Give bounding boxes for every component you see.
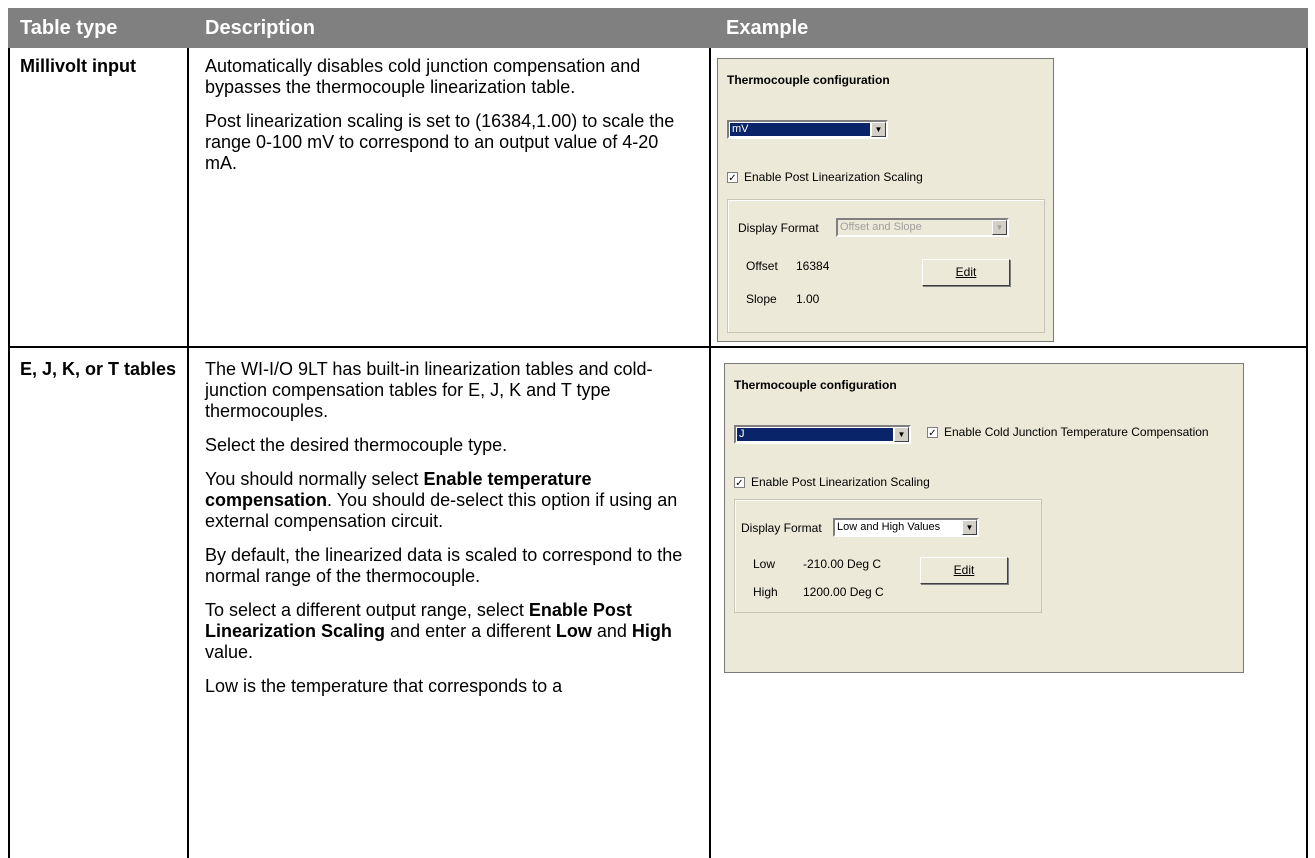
text-bold: High <box>631 621 672 641</box>
text-run: You should normally select <box>205 469 424 489</box>
high-value: 1200.00 Deg C <box>803 585 884 599</box>
grid-line <box>187 48 189 858</box>
table-types-table: Table type Description Example Millivolt… <box>8 8 1308 858</box>
row-description-ejkt: The WI-I/O 9LT has built-in linearizatio… <box>205 359 695 710</box>
post-scaling-checkbox[interactable]: ✓ <box>734 477 745 489</box>
combo-value: Offset and Slope <box>840 221 922 233</box>
row-description-millivolt: Automatically disables cold junction com… <box>205 56 695 187</box>
edit-button-label: Edit <box>955 265 977 279</box>
thermocouple-config-dialog-mv: Thermocouple configuration mV ▼ ✓ Enable… <box>717 58 1054 342</box>
high-label: High <box>753 585 778 599</box>
chevron-down-icon[interactable]: ▼ <box>871 122 886 137</box>
description-paragraph: To select a different output range, sele… <box>205 600 695 663</box>
low-label: Low <box>753 557 776 571</box>
offset-value: 16384 <box>796 259 830 273</box>
text-run: and <box>591 621 632 641</box>
dialog-title: Thermocouple configuration <box>734 378 897 392</box>
display-format-combo[interactable]: Low and High Values ▼ <box>833 518 979 537</box>
dialog-title: Thermocouple configuration <box>727 73 890 87</box>
row-divider <box>8 346 1308 348</box>
row-label-millivolt: Millivolt input <box>20 56 136 76</box>
chevron-down-icon[interactable]: ▼ <box>992 220 1007 235</box>
description-paragraph: You should normally select Enable temper… <box>205 469 695 532</box>
edit-button[interactable]: Edit <box>920 557 1008 584</box>
table-header-row: Table type Description Example <box>8 8 1308 48</box>
grid-line <box>709 48 711 858</box>
text-bold: Low <box>555 621 592 641</box>
thermocouple-type-combo[interactable]: J ▼ <box>734 425 911 444</box>
header-example: Example <box>726 17 809 39</box>
offset-label: Offset <box>746 259 778 273</box>
edit-button[interactable]: Edit <box>922 259 1010 286</box>
slope-label: Slope <box>746 292 777 306</box>
header-table-type: Table type <box>20 17 118 39</box>
combo-value: Low and High Values <box>837 521 941 533</box>
low-value: -210.00 Deg C <box>803 557 882 571</box>
scaling-group: Display Format Low and High Values ▼ Low… <box>734 499 1042 613</box>
cold-junction-label: Enable Cold Junction Temperature Compens… <box>944 425 1209 439</box>
display-format-combo[interactable]: Offset and Slope ▼ <box>836 218 1009 237</box>
thermocouple-type-combo[interactable]: mV ▼ <box>727 120 888 139</box>
text-run: value. <box>205 642 254 662</box>
chevron-down-icon[interactable]: ▼ <box>894 427 909 442</box>
description-paragraph: Low is the temperature that corresponds … <box>205 676 563 696</box>
post-scaling-label: Enable Post Linearization Scaling <box>751 475 930 489</box>
post-scaling-label: Enable Post Linearization Scaling <box>744 170 923 184</box>
grid-line <box>1306 48 1308 858</box>
combo-selected-value: mV <box>730 123 870 136</box>
description-paragraph: The WI-I/O 9LT has built-in linearizatio… <box>205 359 653 421</box>
chevron-down-icon[interactable]: ▼ <box>962 520 977 535</box>
combo-selected-value: J <box>737 428 893 441</box>
slope-value: 1.00 <box>796 292 820 306</box>
display-format-label: Display Format <box>741 521 822 535</box>
thermocouple-config-dialog-j: Thermocouple configuration J ▼ ✓ Enable … <box>724 363 1244 673</box>
description-paragraph: Select the desired thermocouple type. <box>205 435 508 455</box>
scaling-group: Display Format Offset and Slope ▼ Offset… <box>727 199 1045 333</box>
cold-junction-checkbox[interactable]: ✓ <box>927 427 938 439</box>
text-run: and enter a different <box>385 621 556 641</box>
edit-button-label: Edit <box>953 563 975 577</box>
post-scaling-checkbox[interactable]: ✓ <box>727 172 738 184</box>
text-run: To select a different output range, sele… <box>205 600 529 620</box>
header-description: Description <box>205 17 316 39</box>
row-label-ejkt: E, J, K, or T tables <box>20 359 177 379</box>
description-paragraph: By default, the linearized data is scale… <box>205 545 683 586</box>
grid-line <box>8 48 10 858</box>
description-paragraph: Automatically disables cold junction com… <box>205 56 641 97</box>
display-format-label: Display Format <box>738 221 819 235</box>
description-paragraph: Post linearization scaling is set to (16… <box>205 111 675 173</box>
